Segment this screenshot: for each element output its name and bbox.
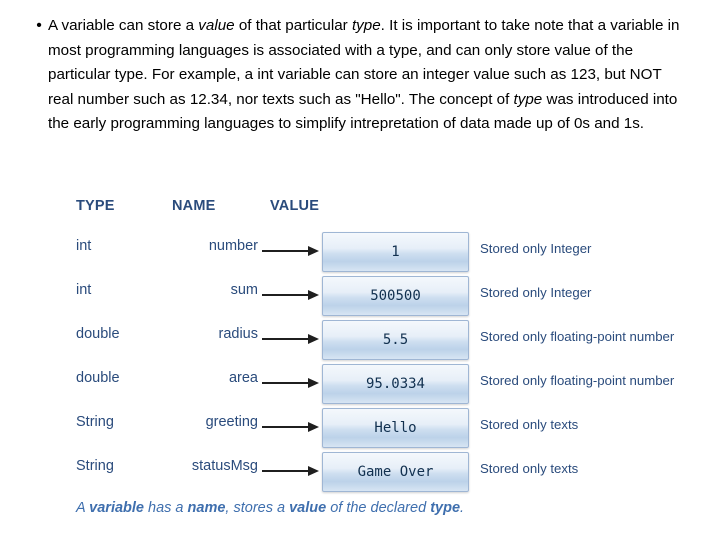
- value-box: 1: [322, 232, 469, 272]
- row-value: 95.0334: [365, 376, 425, 392]
- arrow-icon: [262, 246, 320, 256]
- row-value: Hello: [374, 420, 417, 436]
- diagram-caption: A variable has a name, stores a value of…: [76, 500, 465, 516]
- row-name: number: [208, 238, 258, 254]
- row-note: Stored only floating-point number: [480, 373, 675, 388]
- row-note: Stored only Integer: [480, 285, 592, 300]
- diagram-row: double area 95.0334 Stored only floating…: [72, 360, 692, 404]
- row-type: int: [76, 238, 92, 254]
- row-name: sum: [230, 282, 258, 298]
- value-box: 500500: [322, 276, 469, 316]
- row-name: greeting: [205, 414, 258, 430]
- bullet-text: A variable can store a value of that par…: [48, 17, 680, 132]
- diagram-row: int sum 500500 Stored only Integer: [72, 272, 692, 316]
- arrow-icon: [262, 334, 320, 344]
- value-box: Hello: [322, 408, 469, 448]
- row-value: 5.5: [382, 332, 409, 348]
- row-type: String: [76, 414, 114, 430]
- arrow-icon: [262, 422, 320, 432]
- row-name: statusMsg: [191, 458, 258, 474]
- column-header-name: NAME: [172, 198, 216, 214]
- row-value: 500500: [370, 288, 421, 304]
- bullet-marker: •: [36, 17, 42, 34]
- row-name: area: [228, 370, 258, 386]
- value-box: Game Over: [322, 452, 469, 492]
- diagram-row: int number 1 Stored only Integer: [72, 228, 692, 272]
- arrow-icon: [262, 466, 320, 476]
- diagram-row: String greeting Hello Stored only texts: [72, 404, 692, 448]
- arrow-icon: [262, 378, 320, 388]
- bullet-paragraph: • A variable can store a value of that p…: [30, 14, 690, 137]
- slide: • A variable can store a value of that p…: [0, 0, 720, 540]
- row-note: Stored only texts: [480, 461, 579, 476]
- value-box: 5.5: [322, 320, 469, 360]
- row-type: int: [76, 282, 92, 298]
- column-header-type: TYPE: [76, 198, 115, 214]
- row-value: 1: [391, 244, 400, 260]
- row-value: Game Over: [357, 464, 434, 480]
- row-type: double: [76, 326, 120, 342]
- row-note: Stored only texts: [480, 417, 579, 432]
- diagram-row: double radius 5.5 Stored only floating-p…: [72, 316, 692, 360]
- row-note: Stored only floating-point number: [480, 329, 675, 344]
- row-type: double: [76, 370, 120, 386]
- row-name: radius: [218, 326, 259, 342]
- variable-diagram: TYPE NAME VALUE int number 1 Stored only…: [72, 196, 692, 526]
- row-type: String: [76, 458, 114, 474]
- arrow-icon: [262, 290, 320, 300]
- row-note: Stored only Integer: [480, 241, 592, 256]
- value-box: 95.0334: [322, 364, 469, 404]
- diagram-row: String statusMsg Game Over Stored only t…: [72, 448, 692, 492]
- column-header-value: VALUE: [270, 198, 320, 214]
